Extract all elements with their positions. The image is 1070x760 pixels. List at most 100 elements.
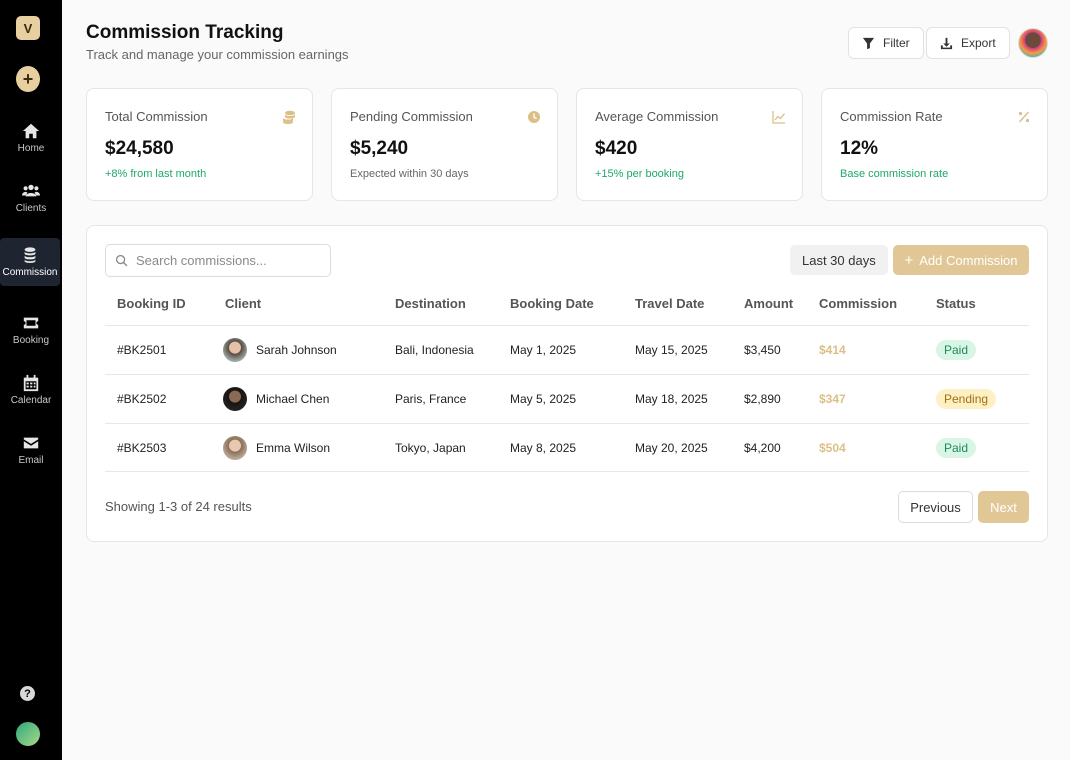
- search-input[interactable]: [136, 253, 316, 268]
- ticket-icon: [23, 317, 39, 329]
- stat-label: Total Commission: [105, 109, 208, 124]
- stat-value: $420: [595, 138, 638, 159]
- stat-note: +15% per booking: [595, 168, 684, 180]
- client-name: Michael Chen: [256, 392, 330, 406]
- booking-id: #BK2503: [117, 441, 167, 455]
- sidebar-item-label: Calendar: [10, 395, 52, 406]
- column-header-commission[interactable]: Commission: [819, 296, 897, 311]
- help-icon[interactable]: ?: [20, 686, 35, 701]
- sidebar-item-home[interactable]: Home: [0, 114, 62, 162]
- quick-add-button[interactable]: +: [16, 66, 40, 92]
- column-header-status[interactable]: Status: [936, 296, 976, 311]
- sidebar-item-label: Email: [18, 455, 44, 466]
- client-cell: Sarah Johnson: [223, 338, 337, 362]
- table-row[interactable]: #BK2501 Sarah Johnson Bali, Indonesia Ma…: [105, 325, 1029, 374]
- travel-date: May 20, 2025: [635, 441, 708, 455]
- profile-avatar[interactable]: [1018, 28, 1048, 58]
- destination: Tokyo, Japan: [395, 441, 466, 455]
- date-range-select[interactable]: Last 30 days: [790, 245, 888, 275]
- sidebar-item-clients[interactable]: Clients: [0, 174, 62, 222]
- column-header-destination[interactable]: Destination: [395, 296, 466, 311]
- commission-table-panel: Last 30 days + Add Commission Booking ID…: [86, 225, 1048, 542]
- client-name: Emma Wilson: [256, 441, 331, 455]
- destination: Paris, France: [395, 392, 467, 406]
- add-commission-button[interactable]: + Add Commission: [893, 245, 1029, 275]
- previous-page-button[interactable]: Previous: [898, 491, 973, 523]
- booking-id: #BK2502: [117, 392, 167, 406]
- clock-icon: [527, 110, 541, 124]
- page-title: Commission Tracking: [86, 22, 284, 43]
- avatar: [223, 338, 247, 362]
- commission-amount: $504: [819, 441, 846, 455]
- page-subtitle: Track and manage your commission earning…: [86, 47, 349, 62]
- chart-line-icon: [772, 110, 786, 124]
- sidebar-item-calendar[interactable]: Calendar: [0, 366, 62, 414]
- sidebar-item-label: Clients: [15, 203, 47, 214]
- stat-value: $5,240: [350, 138, 409, 159]
- column-header-amount[interactable]: Amount: [744, 296, 793, 311]
- results-count: Showing 1-3 of 24 results: [105, 499, 252, 514]
- plus-icon: +: [904, 251, 914, 269]
- sidebar: V + Home Clients Commission Booking Cale…: [0, 0, 62, 760]
- amount: $2,890: [744, 392, 781, 406]
- users-icon: [22, 184, 40, 197]
- status-badge: Paid: [936, 438, 977, 458]
- stat-label: Commission Rate: [840, 109, 943, 124]
- stat-label: Average Commission: [595, 109, 719, 124]
- sidebar-item-booking[interactable]: Booking: [0, 306, 62, 354]
- stat-card-pending-commission: Pending Commission $5,240 Expected withi…: [331, 88, 558, 201]
- amount: $3,450: [744, 343, 781, 357]
- stat-label: Pending Commission: [350, 109, 473, 124]
- column-header-booking-date[interactable]: Booking Date: [510, 296, 594, 311]
- app-logo[interactable]: V: [16, 16, 40, 40]
- table-row[interactable]: #BK2503 Emma Wilson Tokyo, Japan May 8, …: [105, 423, 1029, 472]
- client-cell: Emma Wilson: [223, 436, 330, 460]
- stat-card-commission-rate: Commission Rate 12% Base commission rate: [821, 88, 1048, 201]
- sidebar-item-commission[interactable]: Commission: [0, 238, 60, 286]
- coins-icon: [282, 110, 296, 124]
- booking-date: May 8, 2025: [510, 441, 577, 455]
- filter-button[interactable]: Filter: [848, 27, 924, 59]
- status-badge: Paid: [936, 340, 977, 360]
- sidebar-item-email[interactable]: Email: [0, 426, 62, 474]
- download-icon: [940, 37, 953, 49]
- sidebar-item-label: Booking: [12, 335, 50, 346]
- commission-amount: $414: [819, 343, 846, 357]
- next-page-button[interactable]: Next: [978, 491, 1029, 523]
- stat-value: $24,580: [105, 138, 174, 159]
- home-icon: [22, 123, 40, 139]
- status-badge: Pending: [936, 389, 997, 409]
- destination: Bali, Indonesia: [395, 343, 474, 357]
- search-box[interactable]: [105, 244, 331, 277]
- export-button[interactable]: Export: [926, 27, 1010, 59]
- client-cell: Michael Chen: [223, 387, 329, 411]
- sidebar-item-label: Home: [17, 143, 45, 154]
- export-label: Export: [961, 36, 996, 50]
- column-header-client[interactable]: Client: [225, 296, 261, 311]
- stat-card-total-commission: Total Commission $24,580 +8% from last m…: [86, 88, 313, 201]
- table-row[interactable]: #BK2502 Michael Chen Paris, France May 5…: [105, 374, 1029, 423]
- stat-note: Expected within 30 days: [350, 168, 469, 180]
- column-header-booking-id[interactable]: Booking ID: [117, 296, 186, 311]
- envelope-icon: [23, 437, 39, 449]
- client-name: Sarah Johnson: [256, 343, 337, 357]
- stat-value: 12%: [840, 138, 879, 159]
- booking-date: May 5, 2025: [510, 392, 577, 406]
- add-commission-label: Add Commission: [919, 252, 1018, 268]
- stat-note: Base commission rate: [840, 168, 949, 180]
- commission-amount: $347: [819, 392, 846, 406]
- column-header-travel-date[interactable]: Travel Date: [635, 296, 704, 311]
- stat-card-average-commission: Average Commission $420 +15% per booking: [576, 88, 803, 201]
- filter-icon: [862, 37, 875, 49]
- amount: $4,200: [744, 441, 781, 455]
- travel-date: May 18, 2025: [635, 392, 708, 406]
- avatar: [223, 436, 247, 460]
- calendar-icon: [23, 374, 39, 392]
- user-avatar[interactable]: [16, 722, 40, 746]
- percent-icon: [1017, 110, 1031, 124]
- coins-icon: [24, 247, 36, 263]
- booking-id: #BK2501: [117, 343, 167, 357]
- avatar: [223, 387, 247, 411]
- travel-date: May 15, 2025: [635, 343, 708, 357]
- stat-note: +8% from last month: [105, 168, 207, 180]
